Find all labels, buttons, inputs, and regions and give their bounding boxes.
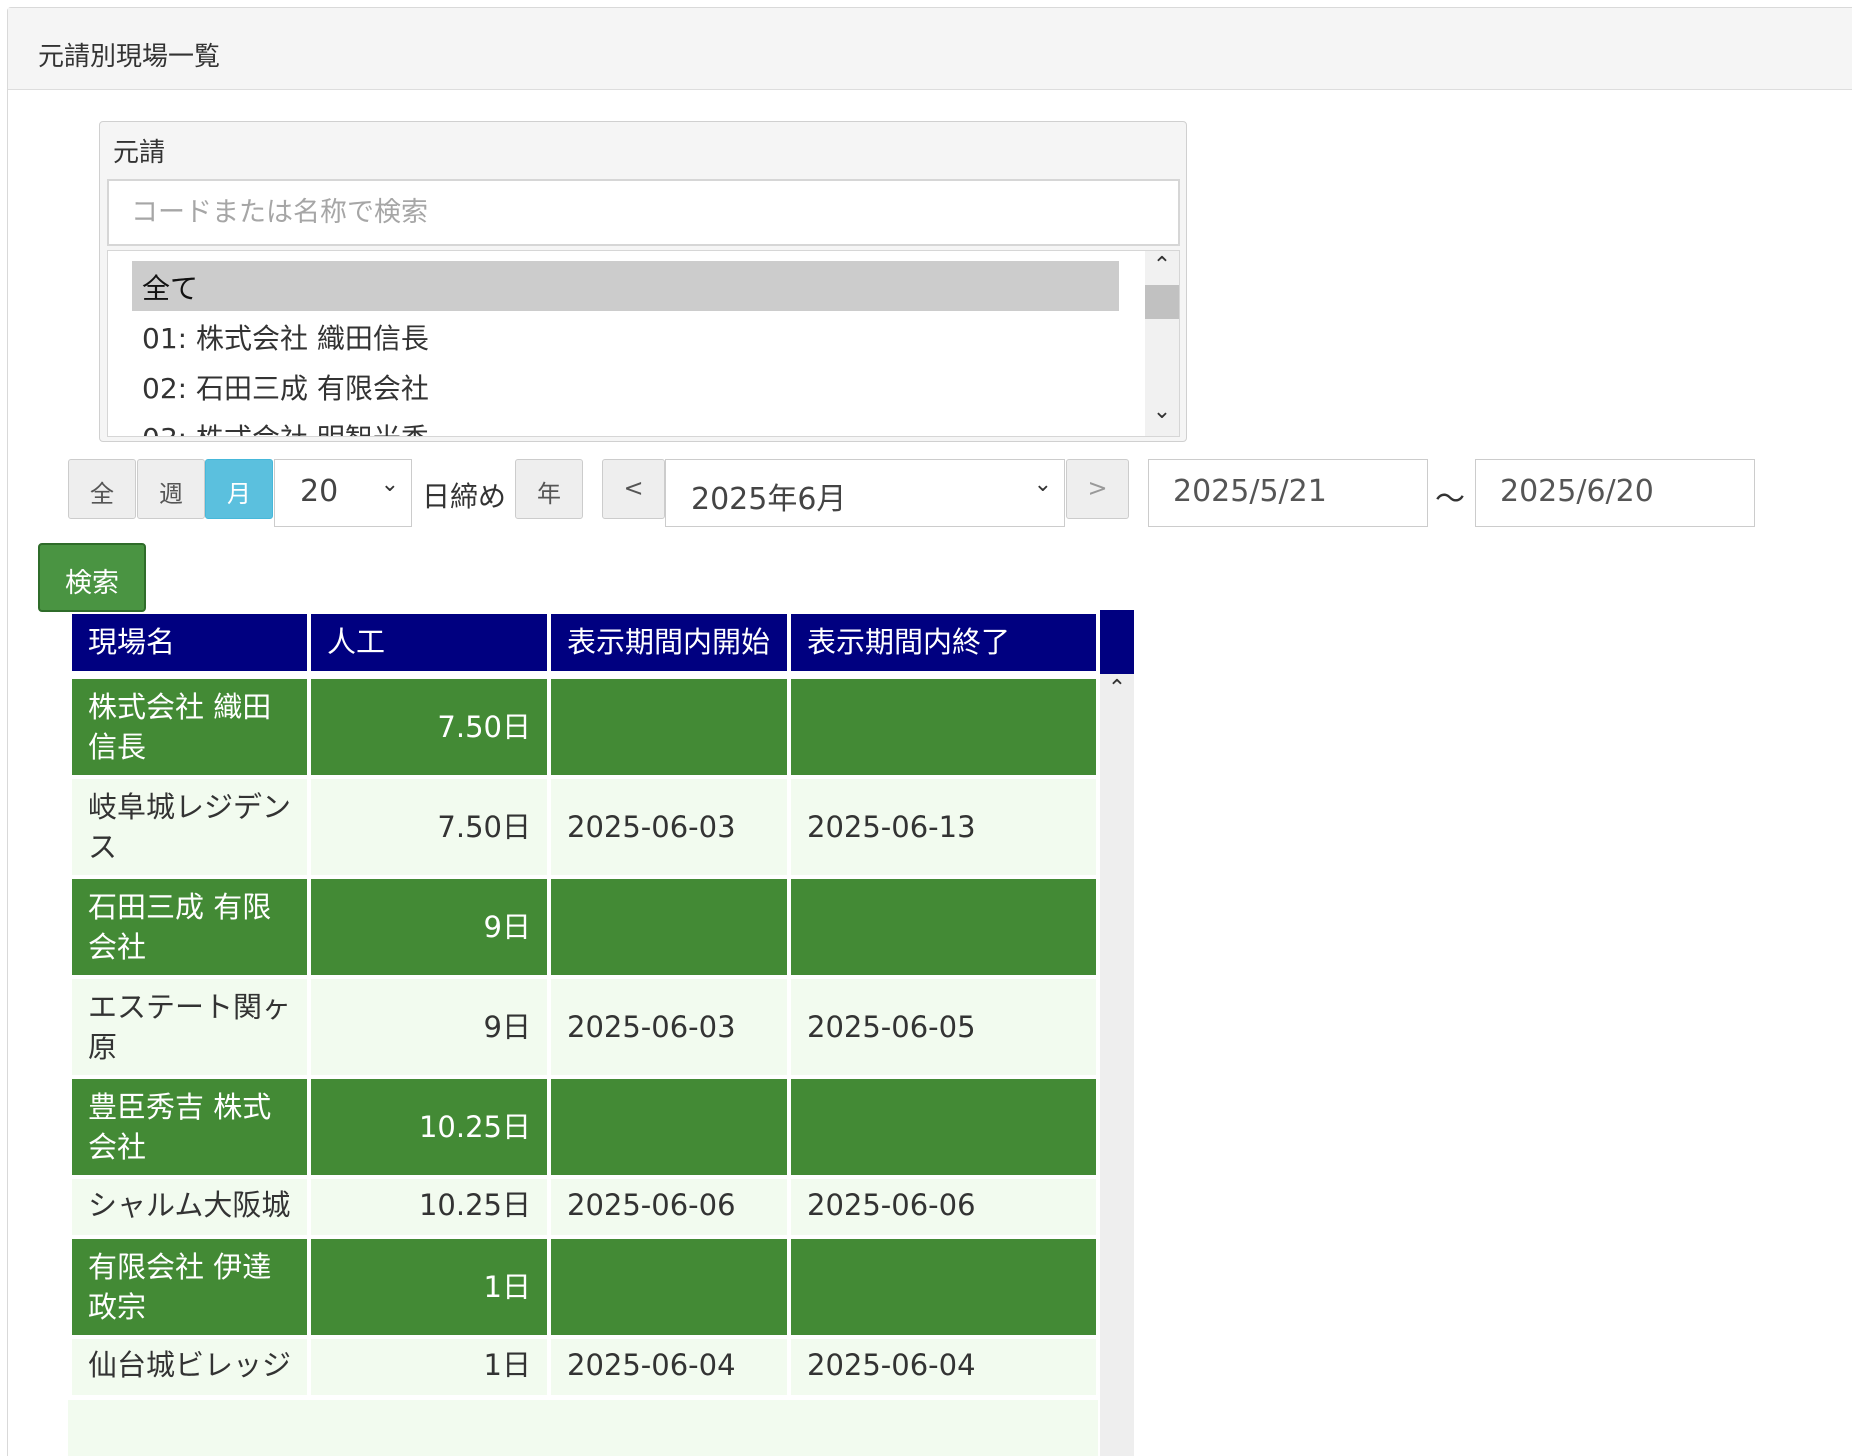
date-to-field[interactable]: 2025/6/20 (1475, 459, 1755, 527)
column-header-man-days: 人工 (311, 614, 547, 671)
table-row-name: 有限会社 伊達 政宗 (72, 1239, 307, 1335)
table-row-name: 豊臣秀吉 株式 会社 (72, 1079, 307, 1175)
table-row-name: 石田三成 有限 会社 (72, 879, 307, 975)
closing-day-value: 20 (300, 474, 339, 509)
list-item[interactable]: 全て (132, 261, 1119, 311)
table-row-end: 2025-06-05 (791, 979, 1096, 1075)
contractor-search-input[interactable] (107, 179, 1180, 246)
column-header-site-name: 現場名 (72, 614, 307, 671)
table-row-end (791, 1239, 1096, 1335)
page: 元請別現場一覧 元請 全て 01: 株式会社 織田信長 02: 石田三成 有限会… (0, 0, 1852, 1456)
table-row-start: 2025-06-03 (551, 779, 787, 875)
table-row-name: 仙台城ビレッジ (72, 1339, 307, 1395)
table-row-start (551, 879, 787, 975)
period-week-button[interactable]: 週 (137, 459, 205, 519)
date-from-field[interactable]: 2025/5/21 (1148, 459, 1428, 527)
scrollbar-header-cap (1100, 610, 1134, 674)
column-header-end: 表示期間内終了 (791, 614, 1096, 671)
list-item[interactable]: 02: 石田三成 有限会社 (132, 361, 1119, 411)
table-row-end: 2025-06-13 (791, 779, 1096, 875)
month-value: 2025年6月 (691, 482, 847, 517)
column-header-start: 表示期間内開始 (551, 614, 787, 671)
table-row-start: 2025-06-03 (551, 979, 787, 1075)
list-item[interactable]: 03: 株式会社 明智光秀 (132, 411, 1119, 436)
table-row-man-days: 1日 (311, 1339, 547, 1395)
month-select[interactable]: 2025年6月 ⌄ (665, 459, 1065, 527)
closing-day-label: 日締め (422, 480, 507, 513)
range-separator: ～ (1435, 482, 1465, 517)
table-row-man-days: 9日 (311, 979, 547, 1075)
period-month-button[interactable]: 月 (205, 459, 273, 519)
table-scrollbar[interactable]: ⌃ (1100, 610, 1134, 1456)
contractor-listbox[interactable]: 全て 01: 株式会社 織田信長 02: 石田三成 有限会社 03: 株式会社 … (107, 250, 1180, 437)
chevron-up-icon[interactable]: ⌃ (1100, 676, 1134, 701)
chevron-down-icon: ⌄ (380, 472, 399, 497)
period-all-button[interactable]: 全 (68, 459, 136, 519)
page-title: 元請別現場一覧 (8, 8, 1852, 90)
list-item[interactable]: 01: 株式会社 織田信長 (132, 311, 1119, 361)
table-row-man-days: 9日 (311, 879, 547, 975)
chevron-up-icon[interactable]: ⌃ (1145, 253, 1179, 278)
table-row-start (551, 1239, 787, 1335)
table-row-start (551, 679, 787, 775)
table-row-name: 岐阜城レジデン ス (72, 779, 307, 875)
table-row-man-days: 7.50日 (311, 779, 547, 875)
table-row-end (791, 1079, 1096, 1175)
scroll-thumb[interactable] (1145, 285, 1179, 319)
table-row-end: 2025-06-06 (791, 1179, 1096, 1235)
table-row-name: エステート関ヶ 原 (72, 979, 307, 1075)
table-row-name: シャルム大阪城 (72, 1179, 307, 1235)
table-row-end (791, 879, 1096, 975)
table-row-start: 2025-06-06 (551, 1179, 787, 1235)
table-row-start (551, 1079, 787, 1175)
search-button[interactable]: 検索 (38, 543, 146, 612)
table-row-end: 2025-06-04 (791, 1339, 1096, 1395)
table-empty-area (68, 1400, 1098, 1456)
prev-month-button[interactable]: < (602, 459, 665, 519)
table-row-name: 株式会社 織田 信長 (72, 679, 307, 775)
table-row-end (791, 679, 1096, 775)
table-row-man-days: 10.25日 (311, 1179, 547, 1235)
table-row-man-days: 10.25日 (311, 1079, 547, 1175)
next-month-button[interactable]: > (1066, 459, 1129, 519)
table-row-man-days: 1日 (311, 1239, 547, 1335)
table-row-start: 2025-06-04 (551, 1339, 787, 1395)
contractor-filter: 元請 全て 01: 株式会社 織田信長 02: 石田三成 有限会社 03: 株式… (99, 121, 1187, 442)
site-table: 現場名 人工 表示期間内開始 表示期間内終了 株式会社 織田 信長 7.50日 … (68, 610, 1134, 1456)
listbox-scrollbar[interactable]: ⌃ ⌄ (1145, 251, 1179, 436)
table-row-man-days: 7.50日 (311, 679, 547, 775)
chevron-down-icon: ⌄ (1033, 472, 1052, 497)
filter-title: 元請 (113, 138, 166, 168)
closing-day-select[interactable]: 20 ⌄ (274, 459, 412, 527)
period-year-button[interactable]: 年 (515, 459, 583, 519)
chevron-down-icon[interactable]: ⌄ (1145, 399, 1179, 424)
